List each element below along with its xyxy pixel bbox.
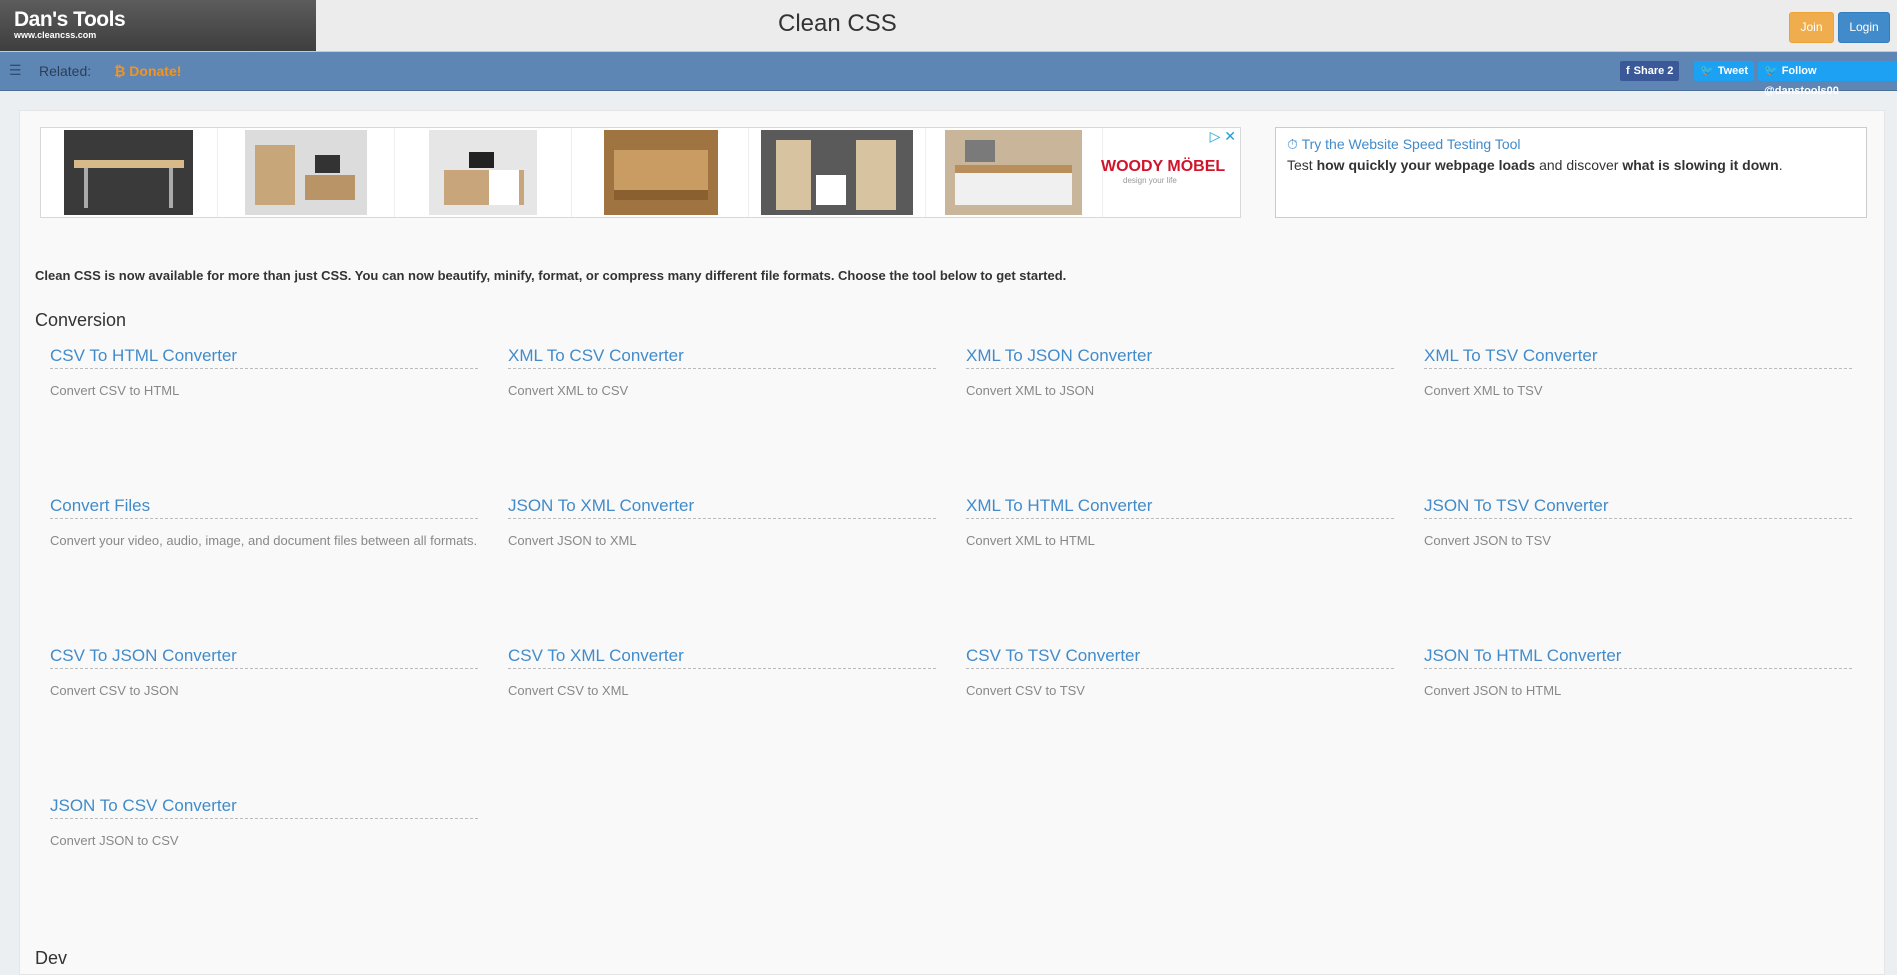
- site-logo[interactable]: Dan's Tools www.cleancss.com: [0, 0, 316, 51]
- tool-description: Convert XML to TSV: [1424, 383, 1543, 398]
- top-header: Dan's Tools www.cleancss.com Clean CSS J…: [0, 0, 1897, 52]
- tool-card[interactable]: CSV To TSV Converter Convert CSV to TSV: [966, 646, 1394, 701]
- twitter-icon: 🐦: [1764, 65, 1778, 77]
- tool-card[interactable]: CSV To JSON Converter Convert CSV to JSO…: [50, 646, 478, 701]
- facebook-share-button[interactable]: f Share 2: [1620, 61, 1680, 81]
- tool-title-link[interactable]: JSON To HTML Converter: [1424, 646, 1852, 669]
- ad-product-shelving[interactable]: [749, 128, 926, 217]
- hamburger-icon[interactable]: ☰: [9, 62, 22, 79]
- tweet-label: Tweet: [1717, 65, 1749, 77]
- tool-card[interactable]: CSV To HTML Converter Convert CSV to HTM…: [50, 346, 478, 401]
- page-title: Clean CSS: [778, 10, 897, 37]
- tool-card[interactable]: JSON To CSV Converter Convert JSON to CS…: [50, 796, 478, 851]
- donate-link[interactable]: ₿ Donate!: [114, 63, 181, 79]
- tool-description: Convert your video, audio, image, and do…: [50, 533, 478, 548]
- tool-description: Convert XML to CSV: [508, 383, 629, 398]
- tool-description: Convert CSV to JSON: [50, 683, 179, 698]
- tool-description: Convert CSV to HTML: [50, 383, 180, 398]
- tool-card[interactable]: XML To CSV Converter Convert XML to CSV: [508, 346, 936, 401]
- close-icon[interactable]: ✕: [1224, 128, 1236, 144]
- ad-brand-tagline: design your life: [1123, 176, 1177, 185]
- tool-title-link[interactable]: CSV To XML Converter: [508, 646, 936, 669]
- section-heading-dev: Dev: [35, 948, 68, 968]
- ad-product-desk[interactable]: [41, 128, 218, 217]
- tool-title-link[interactable]: CSV To TSV Converter: [966, 646, 1394, 669]
- tool-description: Convert JSON to CSV: [50, 833, 179, 848]
- office-image: [245, 130, 367, 215]
- gauge-icon: ⏱: [1287, 136, 1298, 152]
- speed-desc-3: and discover: [1535, 157, 1623, 173]
- wood-table-image: [604, 130, 718, 215]
- tool-description: Convert JSON to XML: [508, 533, 637, 548]
- tool-description: Convert XML to JSON: [966, 383, 1095, 398]
- tool-title-link[interactable]: XML To CSV Converter: [508, 346, 936, 369]
- ad-product-workdesk[interactable]: [395, 128, 572, 217]
- logo-url: www.cleancss.com: [14, 30, 97, 40]
- tool-description: Convert CSV to TSV: [966, 683, 1085, 698]
- speed-desc-2: how quickly your webpage loads: [1316, 157, 1536, 173]
- adchoices-icon[interactable]: ▷: [1210, 128, 1221, 144]
- tool-title-link[interactable]: CSV To HTML Converter: [50, 346, 478, 369]
- tool-description: Convert JSON to TSV: [1424, 533, 1551, 548]
- ad-brand-logo[interactable]: WOODY MÖBEL design your life: [1101, 158, 1225, 185]
- sideboard-image: [945, 130, 1082, 215]
- speed-test-link[interactable]: ⏱ Try the Website Speed Testing Tool: [1287, 136, 1521, 153]
- speed-desc-1: Test: [1287, 157, 1317, 173]
- join-button[interactable]: Join: [1789, 12, 1834, 43]
- tool-card[interactable]: CSV To XML Converter Convert CSV to XML: [508, 646, 936, 701]
- tool-card[interactable]: XML To TSV Converter Convert XML to TSV: [1424, 346, 1852, 401]
- tool-title-link[interactable]: XML To HTML Converter: [966, 496, 1394, 519]
- login-button[interactable]: Login: [1838, 12, 1890, 43]
- tool-title-link[interactable]: CSV To JSON Converter: [50, 646, 478, 669]
- ad-brand-name: WOODY MÖBEL: [1101, 158, 1226, 175]
- logo-name: Dan's Tools: [14, 8, 126, 31]
- tool-title-link[interactable]: Convert Files: [50, 496, 478, 519]
- ad-product-sideboard[interactable]: [926, 128, 1103, 217]
- speed-test-description: Test how quickly your webpage loads and …: [1287, 157, 1783, 173]
- tweet-button[interactable]: 🐦 Tweet: [1694, 61, 1755, 81]
- ad-product-wood-table[interactable]: [572, 128, 749, 217]
- ad-product-office[interactable]: [218, 128, 395, 217]
- share-label: Share 2: [1633, 65, 1674, 77]
- tool-card[interactable]: XML To JSON Converter Convert XML to JSO…: [966, 346, 1394, 401]
- tool-card[interactable]: JSON To XML Converter Convert JSON to XM…: [508, 496, 936, 551]
- speed-desc-4: what is slowing it down: [1622, 157, 1779, 173]
- tool-description: Convert CSV to XML: [508, 683, 629, 698]
- related-label: Related:: [39, 63, 92, 79]
- section-heading-conversion: Conversion: [35, 310, 127, 330]
- tool-title-link[interactable]: JSON To TSV Converter: [1424, 496, 1852, 519]
- workdesk-image: [429, 130, 537, 215]
- intro-text: Clean CSS is now available for more than…: [35, 268, 1067, 283]
- speed-desc-5: .: [1778, 157, 1783, 173]
- speed-test-box: ⏱ Try the Website Speed Testing Tool Tes…: [1275, 127, 1867, 218]
- shelving-image: [761, 130, 913, 215]
- facebook-icon: f: [1626, 65, 1630, 77]
- tool-card[interactable]: Convert Files Convert your video, audio,…: [50, 496, 478, 551]
- tool-description: Convert XML to HTML: [966, 533, 1095, 548]
- tool-description: Convert JSON to HTML: [1424, 683, 1562, 698]
- nav-bar: ☰ Related: ₿ Donate! f Share 2 🐦 Tweet 🐦 Fo…: [0, 52, 1897, 97]
- follow-button[interactable]: 🐦 Follow @danstools00: [1758, 61, 1897, 97]
- tool-card[interactable]: JSON To TSV Converter Convert JSON to TS…: [1424, 496, 1852, 551]
- twitter-icon: 🐦: [1700, 65, 1714, 77]
- desk-image: [64, 130, 193, 215]
- ad-controls: ▷ ✕: [1210, 128, 1236, 145]
- tool-title-link[interactable]: XML To JSON Converter: [966, 346, 1394, 369]
- tool-card[interactable]: XML To HTML Converter Convert XML to HTM…: [966, 496, 1394, 551]
- tool-card[interactable]: JSON To HTML Converter Convert JSON to H…: [1424, 646, 1852, 701]
- speed-test-link-label: Try the Website Speed Testing Tool: [1301, 136, 1521, 152]
- tool-title-link[interactable]: JSON To XML Converter: [508, 496, 936, 519]
- tool-title-link[interactable]: JSON To CSV Converter: [50, 796, 478, 819]
- tool-title-link[interactable]: XML To TSV Converter: [1424, 346, 1852, 369]
- ad-banner[interactable]: WOODY MÖBEL design your life ▷ ✕: [40, 127, 1241, 218]
